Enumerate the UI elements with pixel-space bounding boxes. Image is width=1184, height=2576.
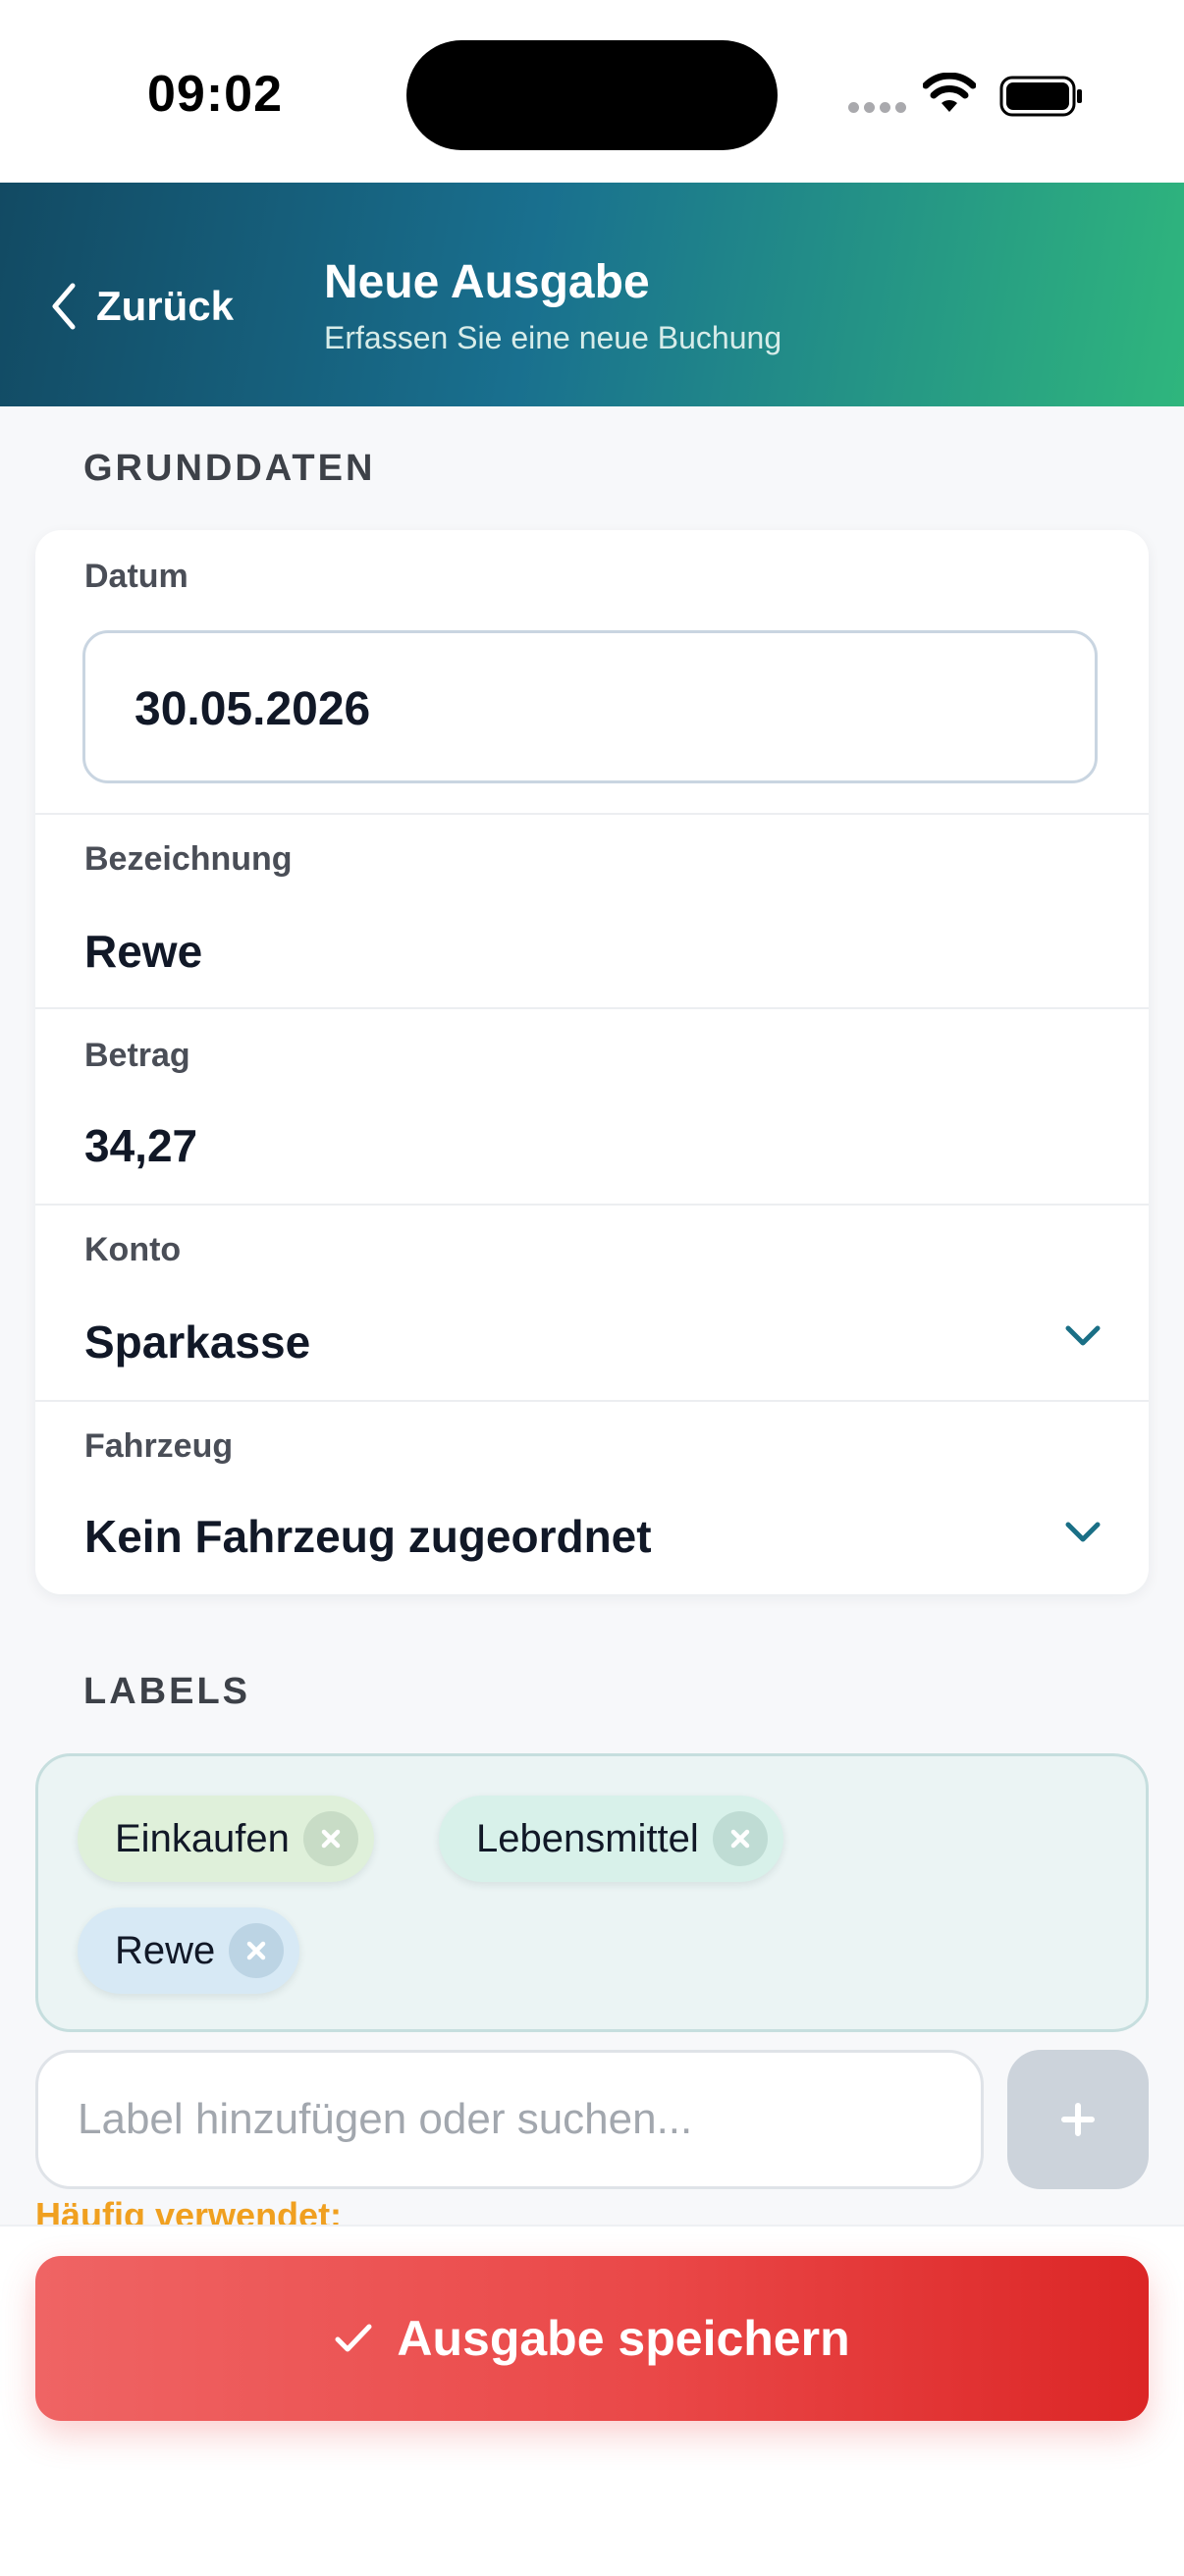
section-title-labels: LABELS xyxy=(83,1671,250,1712)
section-title-grunddaten: GRUNDDATEN xyxy=(83,448,376,489)
date-label: Datum xyxy=(84,558,188,595)
dynamic-island xyxy=(406,40,778,150)
fahrzeug-label: Fahrzeug xyxy=(84,1427,234,1465)
check-icon xyxy=(335,2324,372,2352)
divider xyxy=(35,1204,1149,1206)
date-value: 30.05.2026 xyxy=(135,683,371,735)
bezeichnung-label: Bezeichnung xyxy=(84,840,293,878)
konto-select[interactable]: Sparkasse xyxy=(84,1315,310,1368)
chevron-down-icon[interactable] xyxy=(1064,1323,1102,1349)
close-icon[interactable] xyxy=(712,1811,768,1866)
close-icon[interactable] xyxy=(302,1811,358,1866)
page-title: Neue Ausgabe xyxy=(324,256,650,308)
label-chip-text: Rewe xyxy=(115,1928,216,1972)
label-chip-text: Einkaufen xyxy=(115,1816,290,1860)
status-time: 09:02 xyxy=(147,66,283,123)
signal-icon xyxy=(848,102,907,114)
status-bar: 09:02 xyxy=(0,0,1184,183)
plus-icon xyxy=(1061,2103,1095,2136)
chevron-down-icon[interactable] xyxy=(1064,1520,1102,1545)
label-chip-text: Lebensmittel xyxy=(476,1816,699,1860)
divider xyxy=(35,813,1149,815)
konto-label: Konto xyxy=(84,1231,182,1268)
grunddaten-card: Datum 30.05.2026 Bezeichnung Rewe Betrag… xyxy=(35,530,1149,1594)
chevron-left-icon xyxy=(52,283,76,330)
back-button-label: Zurück xyxy=(96,283,235,329)
label-chip: Rewe xyxy=(78,1907,300,1994)
back-button[interactable]: Zurück xyxy=(49,277,234,336)
date-field[interactable]: 30.05.2026 xyxy=(82,630,1098,783)
close-icon[interactable] xyxy=(229,1923,285,1978)
betrag-field[interactable]: 34,27 xyxy=(84,1119,197,1172)
fahrzeug-select[interactable]: Kein Fahrzeug zugeordnet xyxy=(84,1510,652,1563)
battery-icon xyxy=(999,76,1082,117)
labels-container: Einkaufen Lebensmittel Rewe xyxy=(35,1753,1149,2032)
save-button[interactable]: Ausgabe speichern xyxy=(35,2256,1149,2421)
bezeichnung-field[interactable]: Rewe xyxy=(84,925,202,978)
divider xyxy=(35,1007,1149,1009)
betrag-label: Betrag xyxy=(84,1037,190,1074)
divider xyxy=(35,1400,1149,1402)
add-label-button[interactable] xyxy=(1007,2050,1149,2189)
label-chip: Lebensmittel xyxy=(439,1796,783,1882)
wifi-icon xyxy=(923,73,976,112)
label-chip: Einkaufen xyxy=(78,1796,374,1882)
save-button-label: Ausgabe speichern xyxy=(397,2311,850,2366)
label-search-input[interactable] xyxy=(35,2050,984,2189)
page-subtitle: Erfassen Sie eine neue Buchung xyxy=(324,320,782,355)
